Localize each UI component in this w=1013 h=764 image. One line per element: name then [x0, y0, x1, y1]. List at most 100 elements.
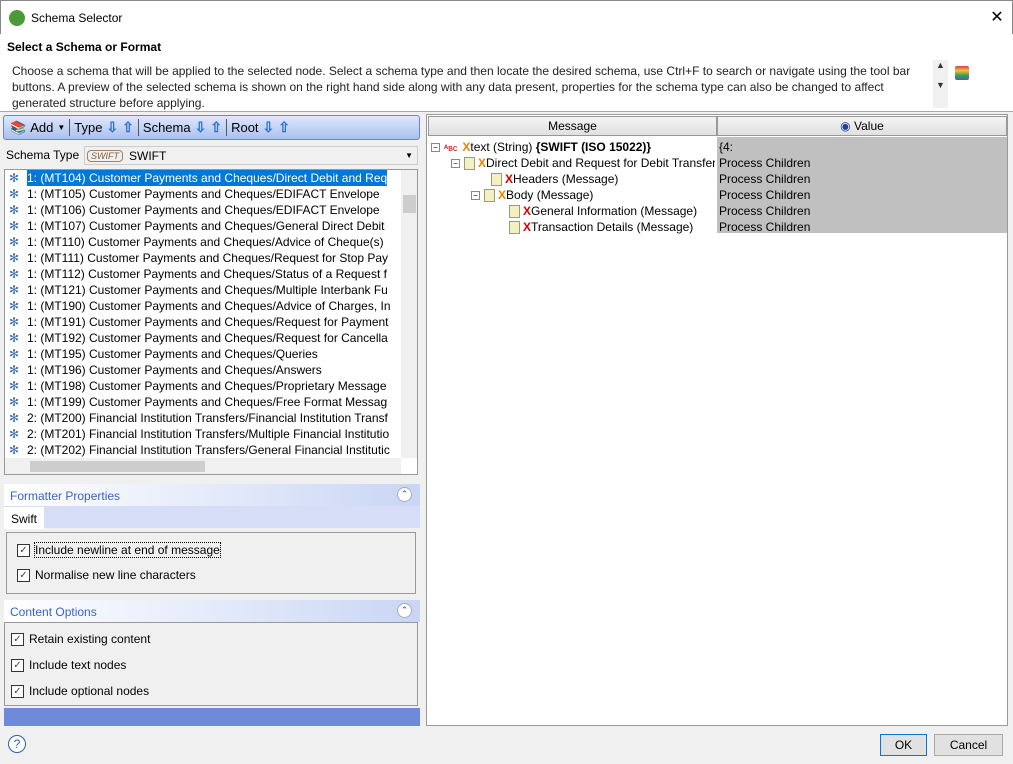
schema-label: 1: (MT191) Customer Payments and Cheques… — [27, 315, 389, 329]
add-button[interactable]: Add — [30, 120, 53, 135]
checkbox[interactable]: ✓ — [11, 658, 24, 672]
schema-list-item[interactable]: ✻ 1: (MT106) Customer Payments and Cheque… — [5, 202, 400, 218]
schema-list-item[interactable]: ✻ 2: (MT202) Financial Institution Transf… — [5, 442, 400, 458]
tree-node[interactable]: − XDirect Debit and Request for Debit Tra… — [427, 155, 715, 171]
schema-down-arrow-icon[interactable]: ⇩ — [195, 119, 207, 136]
schema-books-icon — [955, 66, 969, 80]
content-options-header[interactable]: Content Options ⌃ — [4, 600, 420, 622]
schema-list-item[interactable]: ✻ 1: (MT105) Customer Payments and Cheque… — [5, 186, 400, 202]
tab-swift[interactable]: Swift — [4, 507, 44, 529]
value-label: Value — [854, 119, 884, 133]
schema-list-item[interactable]: ✻ 1: (MT191) Customer Payments and Cheque… — [5, 314, 400, 330]
formatter-properties-header[interactable]: Formatter Properties ⌃ — [4, 484, 420, 506]
message-icon — [464, 157, 475, 171]
chevron-down-icon: ▼ — [405, 151, 413, 160]
collapse-icon[interactable]: ⌃ — [397, 603, 412, 618]
type-down-arrow-icon[interactable]: ⇩ — [106, 119, 118, 136]
tree-node[interactable]: − ᴬʙc Xtext (String) {SWIFT (ISO 15022)} — [427, 139, 715, 155]
node-name: Transaction Details (Message) — [531, 220, 694, 234]
collapse-icon[interactable]: ⌃ — [397, 487, 412, 502]
expand-toggle-icon[interactable]: − — [431, 143, 440, 153]
close-button[interactable]: ✕ — [987, 7, 1007, 27]
schema-list-item[interactable]: ✻ 1: (MT196) Customer Payments and Cheque… — [5, 362, 400, 378]
schema-type-value: SWIFT — [129, 148, 167, 163]
expand-toggle-icon[interactable]: − — [471, 191, 480, 201]
schema-label: 1: (MT196) Customer Payments and Cheques… — [27, 363, 322, 377]
schema-list: ✻ 1: (MT104) Customer Payments and Cheque… — [4, 169, 418, 475]
tree-node[interactable]: XTransaction Details (Message) — [427, 219, 715, 235]
schema-list-item[interactable]: ✻ 1: (MT104) Customer Payments and Cheque… — [5, 170, 400, 186]
type-up-arrow-icon[interactable]: ⇧ — [122, 119, 134, 136]
value-icon: ◉ — [840, 119, 851, 133]
swift-logo-icon: SWIFT — [87, 149, 123, 162]
vertical-scrollbar[interactable] — [401, 170, 417, 458]
schema-icon: ✻ — [9, 443, 20, 457]
checkbox-option[interactable]: ✓ Include newline at end of message — [17, 542, 221, 558]
add-dropdown-icon[interactable]: ▼ — [57, 123, 65, 132]
schema-label: 1: (MT110) Customer Payments and Cheques… — [27, 235, 384, 249]
node-marker: X — [478, 156, 487, 170]
schema-list-item[interactable]: ✻ 2: (MT200) Financial Institution Transf… — [5, 410, 400, 426]
schema-icon: ✻ — [9, 315, 20, 329]
schema-label: 1: (MT111) Customer Payments and Cheques… — [27, 251, 389, 265]
cancel-button[interactable]: Cancel — [934, 734, 1003, 756]
checkbox-label: Include newline at end of message — [34, 542, 221, 558]
checkbox[interactable]: ✓ — [17, 568, 30, 582]
description-scrollbar[interactable]: ▲ ▼ — [933, 60, 948, 108]
schema-list-item[interactable]: ✻ 1: (MT190) Customer Payments and Cheque… — [5, 298, 400, 314]
schema-list-item[interactable]: ✻ 1: (MT107) Customer Payments and Cheque… — [5, 218, 400, 234]
checkbox-option[interactable]: ✓ Include text nodes — [11, 658, 126, 672]
schema-icon: ✻ — [9, 299, 20, 313]
schema-list-item[interactable]: ✻ 1: (MT112) Customer Payments and Cheque… — [5, 266, 400, 282]
schema-list-item[interactable]: ✻ 2: (MT201) Financial Institution Transf… — [5, 426, 400, 442]
node-marker: X — [498, 188, 507, 202]
schema-label: 1: (MT198) Customer Payments and Cheques… — [27, 379, 387, 393]
schema-list-item[interactable]: ✻ 1: (MT111) Customer Payments and Cheque… — [5, 250, 400, 266]
text-type-icon: ᴬʙc — [444, 143, 458, 153]
schema-list-item[interactable]: ✻ 1: (MT121) Customer Payments and Cheque… — [5, 282, 400, 298]
checkbox-option[interactable]: ✓ Normalise new line characters — [17, 568, 196, 582]
schema-icon: ✻ — [9, 347, 20, 361]
schema-icon: ✻ — [9, 395, 20, 409]
schema-list-item[interactable]: ✻ 1: (MT199) Customer Payments and Cheque… — [5, 394, 400, 410]
formatter-options: ✓ Include newline at end of message ✓ Norma… — [6, 532, 416, 594]
tree-node[interactable]: − XBody (Message) — [427, 187, 715, 203]
checkbox-label: Include text nodes — [29, 658, 127, 672]
schema-label: 1: (MT121) Customer Payments and Cheques… — [27, 283, 388, 297]
checkbox[interactable]: ✓ — [17, 543, 30, 557]
help-button[interactable]: ? — [8, 735, 26, 753]
node-marker: X — [523, 220, 532, 234]
panel-footer — [4, 708, 420, 726]
tree-node[interactable]: XGeneral Information (Message) — [427, 203, 715, 219]
schema-label: 1: (MT112) Customer Payments and Cheques… — [27, 267, 387, 281]
checkbox-option[interactable]: ✓ Include optional nodes — [11, 684, 149, 698]
root-up-arrow-icon[interactable]: ⇧ — [278, 119, 290, 136]
node-value: Process Children — [719, 156, 811, 170]
horizontal-scrollbar[interactable] — [5, 458, 401, 474]
column-header-message[interactable]: Message — [428, 116, 717, 136]
root-down-arrow-icon[interactable]: ⇩ — [263, 119, 275, 136]
expand-toggle-icon[interactable]: − — [451, 159, 460, 169]
schema-list-item[interactable]: ✻ 1: (MT198) Customer Payments and Cheque… — [5, 378, 400, 394]
node-format: {SWIFT (ISO 15022)} — [535, 140, 652, 154]
schema-icon: ✻ — [9, 283, 20, 297]
checkbox[interactable]: ✓ — [11, 684, 24, 698]
schema-label: 1: (MT192) Customer Payments and Cheques… — [27, 331, 388, 345]
schema-type-select[interactable]: SWIFT SWIFT ▼ — [84, 146, 418, 165]
node-value: Process Children — [719, 220, 811, 234]
message-icon — [484, 189, 495, 203]
schema-list-item[interactable]: ✻ 1: (MT110) Customer Payments and Cheque… — [5, 234, 400, 250]
checkbox[interactable]: ✓ — [11, 632, 24, 646]
schema-up-arrow-icon[interactable]: ⇧ — [210, 119, 222, 136]
node-marker: X — [523, 204, 532, 218]
column-header-value[interactable]: ◉ Value — [717, 116, 1007, 136]
tree-node[interactable]: XHeaders (Message) — [427, 171, 715, 187]
node-name: General Information (Message) — [531, 204, 698, 218]
schema-list-item[interactable]: ✻ 1: (MT195) Customer Payments and Cheque… — [5, 346, 400, 362]
ok-button[interactable]: OK — [880, 734, 927, 756]
schema-label: Schema — [142, 120, 191, 135]
schema-label: 2: (MT202) Financial Institution Transfe… — [27, 443, 390, 457]
checkbox-option[interactable]: ✓ Retain existing content — [11, 632, 150, 646]
formatter-tabs — [4, 506, 420, 528]
schema-list-item[interactable]: ✻ 1: (MT192) Customer Payments and Cheque… — [5, 330, 400, 346]
